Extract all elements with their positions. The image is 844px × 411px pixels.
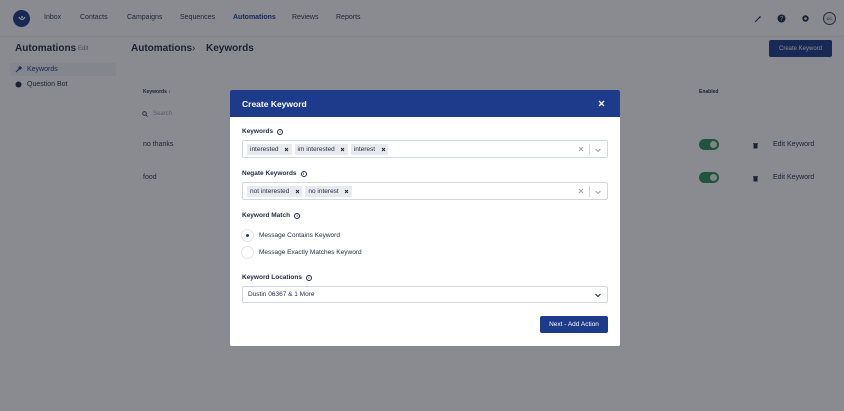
- match-option-exact[interactable]: Message Exactly Matches Keyword: [242, 247, 362, 258]
- negate-keyword-chip: not interested: [247, 185, 303, 197]
- info-icon[interactable]: i: [277, 128, 284, 135]
- next-add-action-button[interactable]: Next - Add Action: [540, 316, 608, 333]
- keywords-multiselect[interactable]: interested im interested interest: [242, 140, 608, 158]
- negate-keywords-label: Negate Keywords i: [242, 170, 307, 177]
- keyword-locations-select[interactable]: Dustin 06367 & 1 More: [242, 286, 608, 303]
- keyword-chip: im interested: [294, 143, 348, 155]
- keywords-label: Keywords i: [242, 128, 284, 135]
- locations-label-text: Keyword Locations: [242, 274, 302, 281]
- divider: [589, 144, 590, 155]
- info-icon[interactable]: i: [305, 274, 312, 281]
- chip-label: interested: [250, 145, 279, 153]
- keywords-label-text: Keywords: [242, 128, 274, 135]
- keyword-match-label: Keyword Match i: [242, 212, 301, 219]
- chip-label: no interest: [308, 187, 339, 195]
- keyword-chip: interested: [247, 143, 292, 155]
- keyword-locations-label: Keyword Locations i: [242, 274, 312, 281]
- clear-all-icon[interactable]: [577, 145, 585, 153]
- create-keyword-modal: Create Keyword Keywords i interested im …: [230, 90, 620, 346]
- clear-all-icon[interactable]: [577, 187, 585, 195]
- match-option-contains[interactable]: Message Contains Keyword: [242, 230, 340, 241]
- keyword-chip: interest: [350, 143, 389, 155]
- divider: [589, 186, 590, 197]
- chevron-down-icon[interactable]: [594, 146, 602, 154]
- remove-chip-icon[interactable]: [342, 186, 352, 197]
- radio-button-selected[interactable]: [242, 230, 253, 241]
- remove-chip-icon[interactable]: [338, 144, 348, 155]
- info-icon[interactable]: i: [294, 212, 301, 219]
- info-icon[interactable]: i: [300, 170, 307, 177]
- match-label-text: Keyword Match: [242, 212, 291, 219]
- close-icon[interactable]: [597, 99, 606, 108]
- radio-button[interactable]: [242, 247, 253, 258]
- chip-label: not interested: [250, 187, 290, 195]
- chip-label: im interested: [297, 145, 335, 153]
- locations-selected-value: Dustin 06367 & 1 More: [248, 291, 315, 298]
- remove-chip-icon[interactable]: [292, 186, 302, 197]
- chip-label: interest: [353, 145, 376, 153]
- remove-chip-icon[interactable]: [282, 144, 292, 155]
- negate-keywords-multiselect[interactable]: not interested no interest: [242, 182, 608, 200]
- chevron-down-icon[interactable]: [594, 188, 602, 196]
- negate-keyword-chip: no interest: [305, 185, 352, 197]
- remove-chip-icon[interactable]: [378, 144, 388, 155]
- chevron-down-icon: [595, 293, 601, 298]
- radio-label: Message Contains Keyword: [259, 232, 340, 239]
- negate-label-text: Negate Keywords: [242, 170, 297, 177]
- radio-label: Message Exactly Matches Keyword: [259, 249, 362, 256]
- modal-title: Create Keyword: [242, 99, 307, 109]
